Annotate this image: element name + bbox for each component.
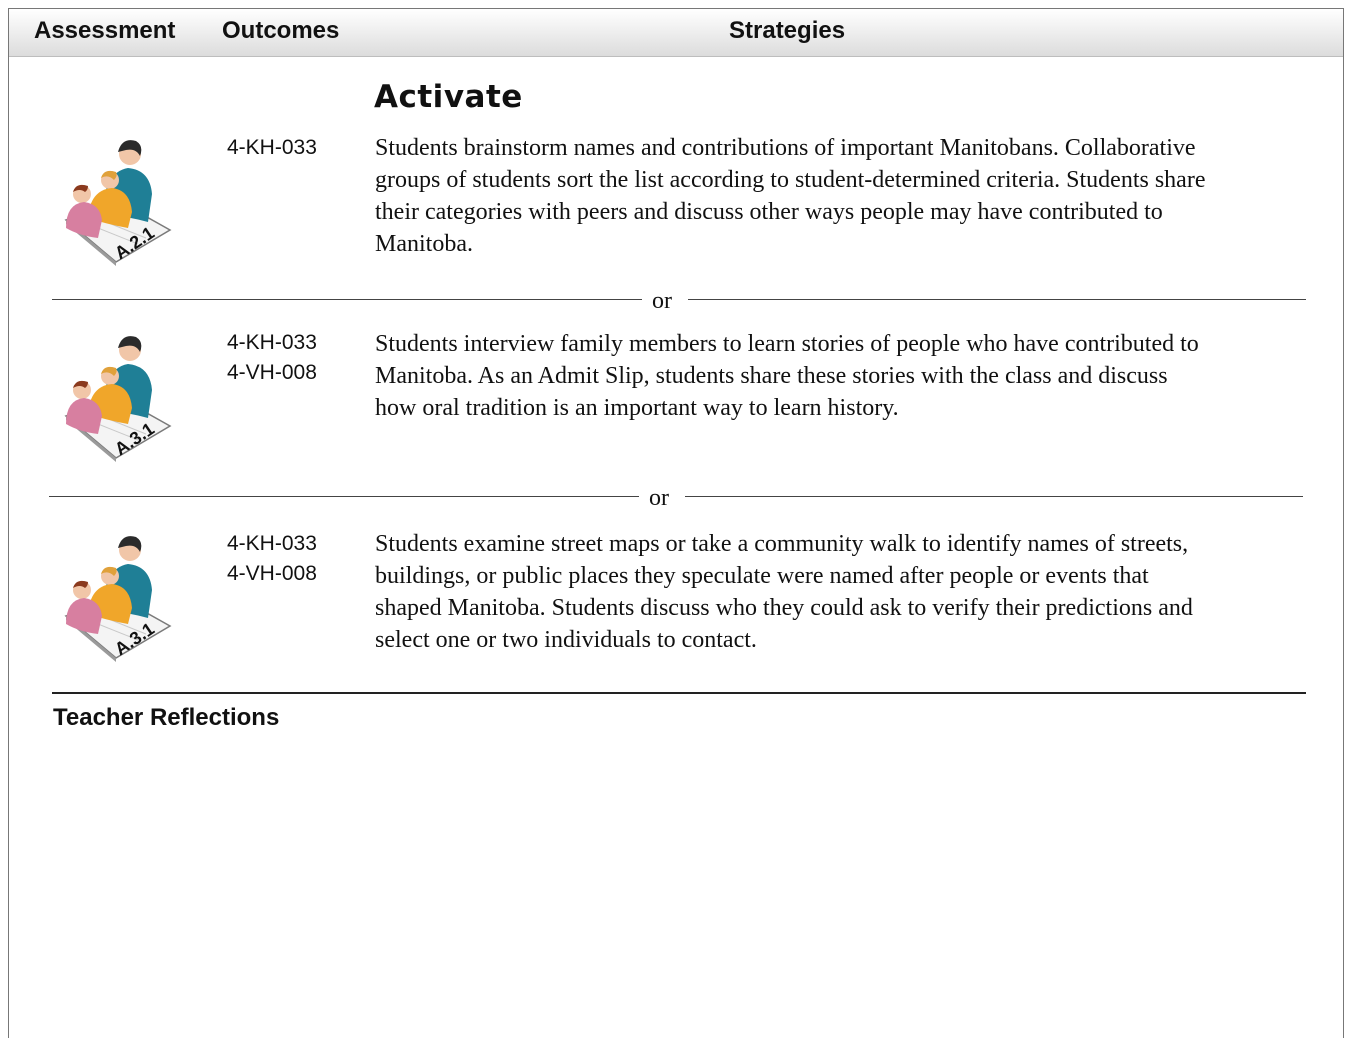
strategy-line: Students examine street maps or take a c…: [375, 531, 1189, 557]
separator-line-right: [688, 299, 1306, 300]
strategy-line: how oral tradition is an important way t…: [375, 395, 899, 421]
strategy-line: Students brainstorm names and contributi…: [375, 135, 1196, 161]
column-header-strategies: Strategies: [729, 17, 846, 44]
separator-line-right: [685, 496, 1303, 497]
strategy-line: shaped Manitoba. Students discuss who th…: [375, 595, 1193, 621]
strategy-line: Students interview family members to lea…: [375, 331, 1199, 357]
teacher-reflections-heading: Teacher Reflections: [53, 704, 280, 731]
teacher-student-assessment-icon: A.3.1: [58, 328, 178, 468]
outcome-code: 4-KH-033: [227, 532, 317, 555]
outcome-codes: 4-KH-033 4-VH-008: [227, 328, 317, 388]
strategy-line: their categories with peers and discuss …: [375, 199, 1163, 225]
strategy-line: groups of students sort the list accordi…: [375, 167, 1206, 193]
outcome-code: 4-VH-008: [227, 361, 317, 384]
column-header-outcomes: Outcomes: [222, 17, 340, 44]
separator-line-left: [49, 496, 639, 497]
column-header-bar: [9, 9, 1343, 57]
outcome-code: 4-KH-033: [227, 331, 317, 354]
outcome-code: 4-KH-033: [227, 136, 317, 159]
strategy-line: buildings, or public places they specula…: [375, 563, 1149, 589]
separator-line-left: [52, 299, 642, 300]
strategy-line: select one or two individuals to contact…: [375, 627, 757, 653]
separator-or-label: or: [649, 485, 669, 511]
strategy-text: Students examine street maps or take a c…: [375, 528, 1320, 656]
strategy-line: Manitoba. As an Admit Slip, students sha…: [375, 363, 1168, 389]
outcome-codes: 4-KH-033 4-VH-008: [227, 529, 317, 589]
outcome-code: 4-VH-008: [227, 562, 317, 585]
strategy-text: Students interview family members to lea…: [375, 328, 1320, 424]
section-end-rule: [52, 692, 1306, 694]
section-title: Activate: [374, 79, 523, 115]
column-header-assessment: Assessment: [34, 17, 176, 44]
teacher-student-assessment-icon: A.3.1: [58, 528, 178, 668]
teacher-student-assessment-icon: A.2.1: [58, 132, 178, 272]
separator-or-label: or: [652, 288, 672, 314]
strategy-text: Students brainstorm names and contributi…: [375, 132, 1320, 260]
strategy-line: Manitoba.: [375, 231, 473, 257]
